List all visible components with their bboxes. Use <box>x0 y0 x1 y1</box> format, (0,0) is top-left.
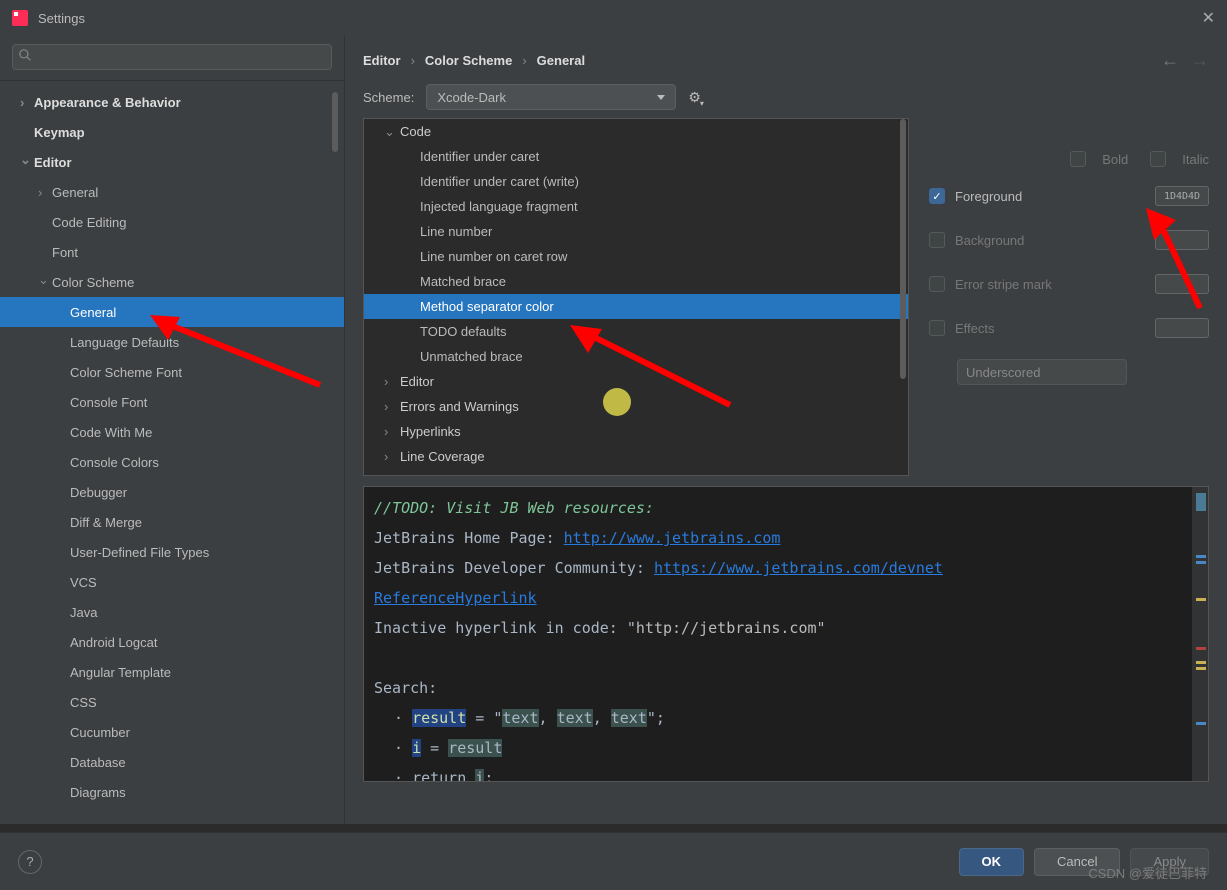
nav-item[interactable]: Console Colors <box>0 447 344 477</box>
preview-editor[interactable]: //TODO: Visit JB Web resources: JetBrain… <box>363 486 1209 782</box>
list-item[interactable]: Injected language fragment <box>364 194 908 219</box>
settings-nav: ›Appearance & BehaviorKeymap⌄Editor›Gene… <box>0 36 345 824</box>
gutter <box>1192 487 1208 781</box>
nav-item[interactable]: Console Font <box>0 387 344 417</box>
background-checkbox[interactable] <box>929 232 945 248</box>
breadcrumb: Editor› Color Scheme› General <box>363 53 585 68</box>
bold-checkbox[interactable] <box>1070 151 1086 167</box>
nav-item[interactable]: CSS <box>0 687 344 717</box>
nav-item[interactable]: Database <box>0 747 344 777</box>
background-swatch[interactable] <box>1155 230 1209 250</box>
nav-item[interactable]: ›General <box>0 177 344 207</box>
nav-item[interactable]: Language Defaults <box>0 327 344 357</box>
scrollbar[interactable] <box>900 119 906 379</box>
list-item[interactable]: Matched brace <box>364 269 908 294</box>
effects-swatch[interactable] <box>1155 318 1209 338</box>
stripe-checkbox[interactable] <box>929 276 945 292</box>
nav-item[interactable]: ⌄Editor <box>0 147 344 177</box>
nav-item[interactable]: Java <box>0 597 344 627</box>
list-item[interactable]: ⌄Code <box>364 119 908 144</box>
stripe-swatch[interactable] <box>1155 274 1209 294</box>
link[interactable]: https://www.jetbrains.com/devnet <box>654 559 943 577</box>
list-item[interactable]: Line number on caret row <box>364 244 908 269</box>
nav-item[interactable]: Font <box>0 237 344 267</box>
close-icon[interactable]: ✕ <box>1202 8 1215 28</box>
titlebar: Settings ✕ <box>0 0 1227 36</box>
gear-icon[interactable]: ⚙▾ <box>688 89 701 106</box>
nav-item[interactable]: Diagrams <box>0 777 344 807</box>
nav-item[interactable]: Android Logcat <box>0 627 344 657</box>
list-item[interactable]: ›Line Coverage <box>364 444 908 469</box>
list-item[interactable]: Unmatched brace <box>364 344 908 369</box>
nav-item[interactable]: VCS <box>0 567 344 597</box>
search-icon <box>19 49 32 65</box>
list-item[interactable]: Line number <box>364 219 908 244</box>
forward-icon[interactable]: → <box>1191 50 1209 71</box>
nav-item[interactable]: User-Defined File Types <box>0 537 344 567</box>
list-item[interactable]: ›Hyperlinks <box>364 419 908 444</box>
help-button[interactable]: ? <box>18 850 42 874</box>
effect-type-select[interactable]: Underscored <box>957 359 1127 385</box>
ok-button[interactable]: OK <box>959 848 1025 876</box>
nav-item[interactable]: Diff & Merge <box>0 507 344 537</box>
foreground-swatch[interactable]: 1D4D4D <box>1155 186 1209 206</box>
list-item[interactable]: Identifier under caret (write) <box>364 169 908 194</box>
link[interactable]: http://www.jetbrains.com <box>564 529 781 547</box>
italic-checkbox[interactable] <box>1150 151 1166 167</box>
list-item[interactable]: ›Editor <box>364 369 908 394</box>
nav-item[interactable]: Cucumber <box>0 717 344 747</box>
color-item-list[interactable]: ⌄CodeIdentifier under caretIdentifier un… <box>363 118 909 476</box>
watermark: CSDN @爱徒巴菲特 <box>1088 863 1207 882</box>
nav-item[interactable]: ⌄Color Scheme <box>0 267 344 297</box>
nav-item[interactable]: Angular Template <box>0 657 344 687</box>
search-input[interactable] <box>12 44 332 70</box>
list-item[interactable]: ›Errors and Warnings <box>364 394 908 419</box>
scrollbar[interactable] <box>332 92 338 152</box>
annotation-dot <box>603 388 631 416</box>
nav-item[interactable]: Color Scheme Font <box>0 357 344 387</box>
back-icon[interactable]: ← <box>1161 50 1179 71</box>
list-item[interactable]: Method separator color <box>364 294 908 319</box>
list-item[interactable]: TODO defaults <box>364 319 908 344</box>
window-title: Settings <box>38 11 1202 26</box>
app-icon <box>12 10 28 26</box>
nav-item[interactable]: Code With Me <box>0 417 344 447</box>
scheme-select[interactable]: Xcode-Dark <box>426 84 676 110</box>
link[interactable]: ReferenceHyperlink <box>374 589 537 607</box>
foreground-checkbox[interactable] <box>929 188 945 204</box>
list-item[interactable]: Identifier under caret <box>364 144 908 169</box>
scheme-label: Scheme: <box>363 90 414 105</box>
nav-item[interactable]: Code Editing <box>0 207 344 237</box>
nav-item[interactable]: Keymap <box>0 117 344 147</box>
effects-checkbox[interactable] <box>929 320 945 336</box>
chevron-down-icon <box>657 95 665 100</box>
nav-item[interactable]: General <box>0 297 344 327</box>
nav-item[interactable]: Debugger <box>0 477 344 507</box>
footer: ? OK Cancel Apply <box>0 832 1227 890</box>
nav-item[interactable]: ›Appearance & Behavior <box>0 87 344 117</box>
color-properties: Bold Italic Foreground 1D4D4D Background <box>929 118 1209 476</box>
